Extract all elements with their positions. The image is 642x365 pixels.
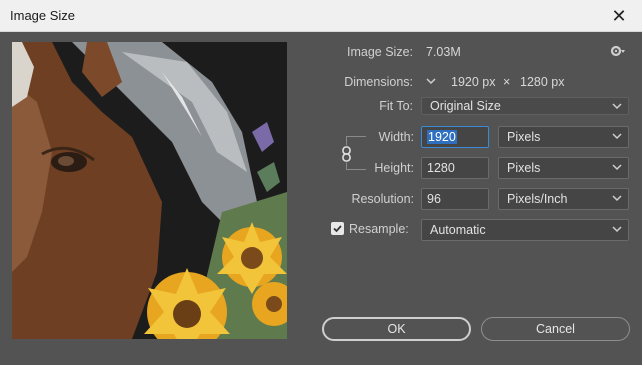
fit-to-select[interactable]: Original Size bbox=[421, 97, 629, 115]
height-unit-select[interactable]: Pixels bbox=[498, 157, 629, 179]
close-icon[interactable]: ✕ bbox=[596, 0, 642, 32]
ok-button[interactable]: OK bbox=[322, 317, 471, 341]
resample-label: Resample: bbox=[349, 222, 409, 236]
dimensions-unit-toggle[interactable] bbox=[423, 72, 441, 90]
image-size-value: 7.03M bbox=[426, 45, 461, 59]
dimensions-times: × bbox=[503, 75, 511, 89]
height-input[interactable]: 1280 bbox=[421, 157, 489, 179]
chevron-down-icon bbox=[612, 195, 622, 202]
resample-method-value: Automatic bbox=[430, 223, 486, 237]
chevron-down-icon bbox=[612, 133, 622, 140]
fit-to-label: Fit To: bbox=[379, 99, 413, 113]
resample-method-select[interactable]: Automatic bbox=[421, 219, 629, 241]
width-label: Width: bbox=[378, 130, 414, 144]
resolution-unit-value: Pixels/Inch bbox=[507, 192, 568, 206]
image-size-dialog: Image Size: 7.03M Dimensions: 1920 px × … bbox=[0, 32, 642, 365]
width-input[interactable]: 1920 bbox=[421, 126, 489, 148]
resample-checkbox[interactable] bbox=[331, 222, 344, 235]
resolution-input[interactable]: 96 bbox=[421, 188, 489, 210]
dimensions-width: 1920 px bbox=[451, 75, 496, 89]
horse-sunflower-image bbox=[12, 42, 287, 339]
height-value: 1280 bbox=[427, 161, 455, 175]
dimensions-height: 1280 px bbox=[520, 75, 565, 89]
chevron-down-icon bbox=[426, 78, 436, 85]
cancel-button[interactable]: Cancel bbox=[481, 317, 630, 341]
image-preview[interactable] bbox=[12, 42, 287, 339]
resolution-label: Resolution: bbox=[351, 192, 414, 206]
dimensions-label: Dimensions: bbox=[344, 75, 413, 89]
chevron-down-icon bbox=[612, 164, 622, 171]
fit-to-value: Original Size bbox=[430, 99, 501, 113]
title-bar: Image Size ✕ bbox=[0, 0, 642, 32]
resolution-value: 96 bbox=[427, 192, 441, 206]
window-title: Image Size bbox=[10, 8, 76, 23]
chevron-down-icon bbox=[612, 226, 622, 233]
checkmark-icon bbox=[333, 225, 342, 233]
width-value: 1920 bbox=[427, 130, 457, 144]
height-label: Height: bbox=[374, 161, 414, 175]
chevron-down-icon bbox=[612, 103, 622, 110]
image-size-label: Image Size: bbox=[346, 45, 413, 59]
gear-icon[interactable] bbox=[610, 44, 628, 60]
resolution-unit-select[interactable]: Pixels/Inch bbox=[498, 188, 629, 210]
width-unit-select[interactable]: Pixels bbox=[498, 126, 629, 148]
width-unit-value: Pixels bbox=[507, 130, 541, 144]
height-unit-value: Pixels bbox=[507, 161, 541, 175]
